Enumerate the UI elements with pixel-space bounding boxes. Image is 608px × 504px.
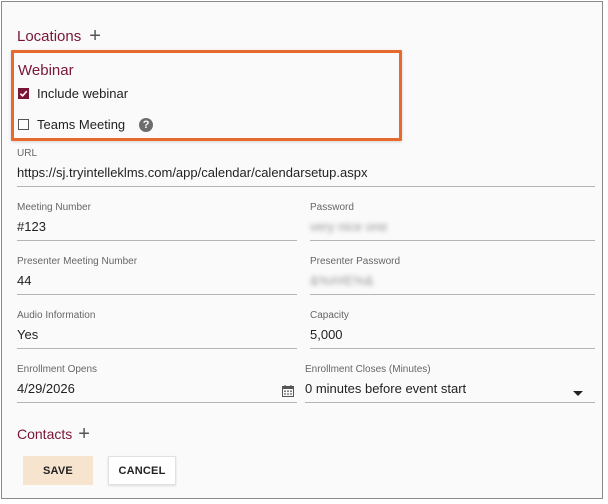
url-field[interactable]: URL https://sj.tryintelleklms.com/app/ca… xyxy=(17,148,595,187)
password-value: very nice one xyxy=(310,219,388,234)
webinar-title: Webinar xyxy=(18,62,74,79)
url-input[interactable]: https://sj.tryintelleklms.com/app/calend… xyxy=(17,165,595,187)
add-contact-plus-icon[interactable]: + xyxy=(78,424,90,444)
capacity-label: Capacity xyxy=(310,310,349,321)
password-input[interactable]: very nice one xyxy=(310,219,595,241)
enrollment-closes-select[interactable]: 0 minutes before event start xyxy=(305,381,595,403)
help-icon[interactable]: ? xyxy=(139,117,154,132)
presenter-meeting-number-field[interactable]: Presenter Meeting Number 44 xyxy=(17,256,297,295)
meeting-number-label: Meeting Number xyxy=(17,202,91,213)
teams-meeting-row[interactable]: Teams Meeting ? xyxy=(18,117,154,132)
presenter-password-value: &%##E%& xyxy=(310,273,374,288)
presenter-password-field[interactable]: Presenter Password &%##E%& xyxy=(310,256,595,295)
contacts-header: Contacts + xyxy=(17,424,90,444)
edit-panel: Locations + Webinar Include webinar Team… xyxy=(1,1,603,499)
capacity-field[interactable]: Capacity 5,000 xyxy=(310,310,595,349)
presenter-password-label: Presenter Password xyxy=(310,256,401,267)
enrollment-closes-field[interactable]: Enrollment Closes (Minutes) 0 minutes be… xyxy=(305,364,595,403)
meeting-number-field[interactable]: Meeting Number #123 xyxy=(17,202,297,241)
presenter-meeting-number-label: Presenter Meeting Number xyxy=(17,256,138,267)
cancel-button[interactable]: CANCEL xyxy=(108,456,176,485)
teams-meeting-checkbox[interactable] xyxy=(18,119,29,130)
meeting-number-input[interactable]: #123 xyxy=(17,219,297,241)
teams-meeting-label: Teams Meeting xyxy=(37,117,126,132)
include-webinar-label: Include webinar xyxy=(37,86,129,101)
enrollment-opens-input[interactable]: 4/29/2026 xyxy=(17,381,297,403)
password-field[interactable]: Password very nice one xyxy=(310,202,595,241)
save-button[interactable]: SAVE xyxy=(23,456,93,485)
include-webinar-row[interactable]: Include webinar xyxy=(18,86,128,101)
enrollment-opens-label: Enrollment Opens xyxy=(17,364,98,375)
calendar-icon[interactable] xyxy=(282,385,294,397)
chevron-down-icon[interactable] xyxy=(573,391,583,396)
audio-information-input[interactable]: Yes xyxy=(17,327,297,349)
capacity-input[interactable]: 5,000 xyxy=(310,327,595,349)
presenter-meeting-number-input[interactable]: 44 xyxy=(17,273,297,295)
presenter-password-input[interactable]: &%##E%& xyxy=(310,273,595,295)
locations-header: Locations + xyxy=(17,26,101,46)
locations-title: Locations xyxy=(17,27,82,45)
url-label: URL xyxy=(17,148,38,159)
enrollment-opens-field[interactable]: Enrollment Opens 4/29/2026 xyxy=(17,364,297,403)
check-icon xyxy=(19,90,28,98)
include-webinar-checkbox[interactable] xyxy=(18,88,29,99)
audio-information-label: Audio Information xyxy=(17,310,96,321)
contacts-title: Contacts xyxy=(17,426,73,442)
add-location-plus-icon[interactable]: + xyxy=(89,26,101,46)
audio-information-field[interactable]: Audio Information Yes xyxy=(17,310,297,349)
enrollment-closes-label: Enrollment Closes (Minutes) xyxy=(305,364,431,375)
password-label: Password xyxy=(310,202,354,213)
